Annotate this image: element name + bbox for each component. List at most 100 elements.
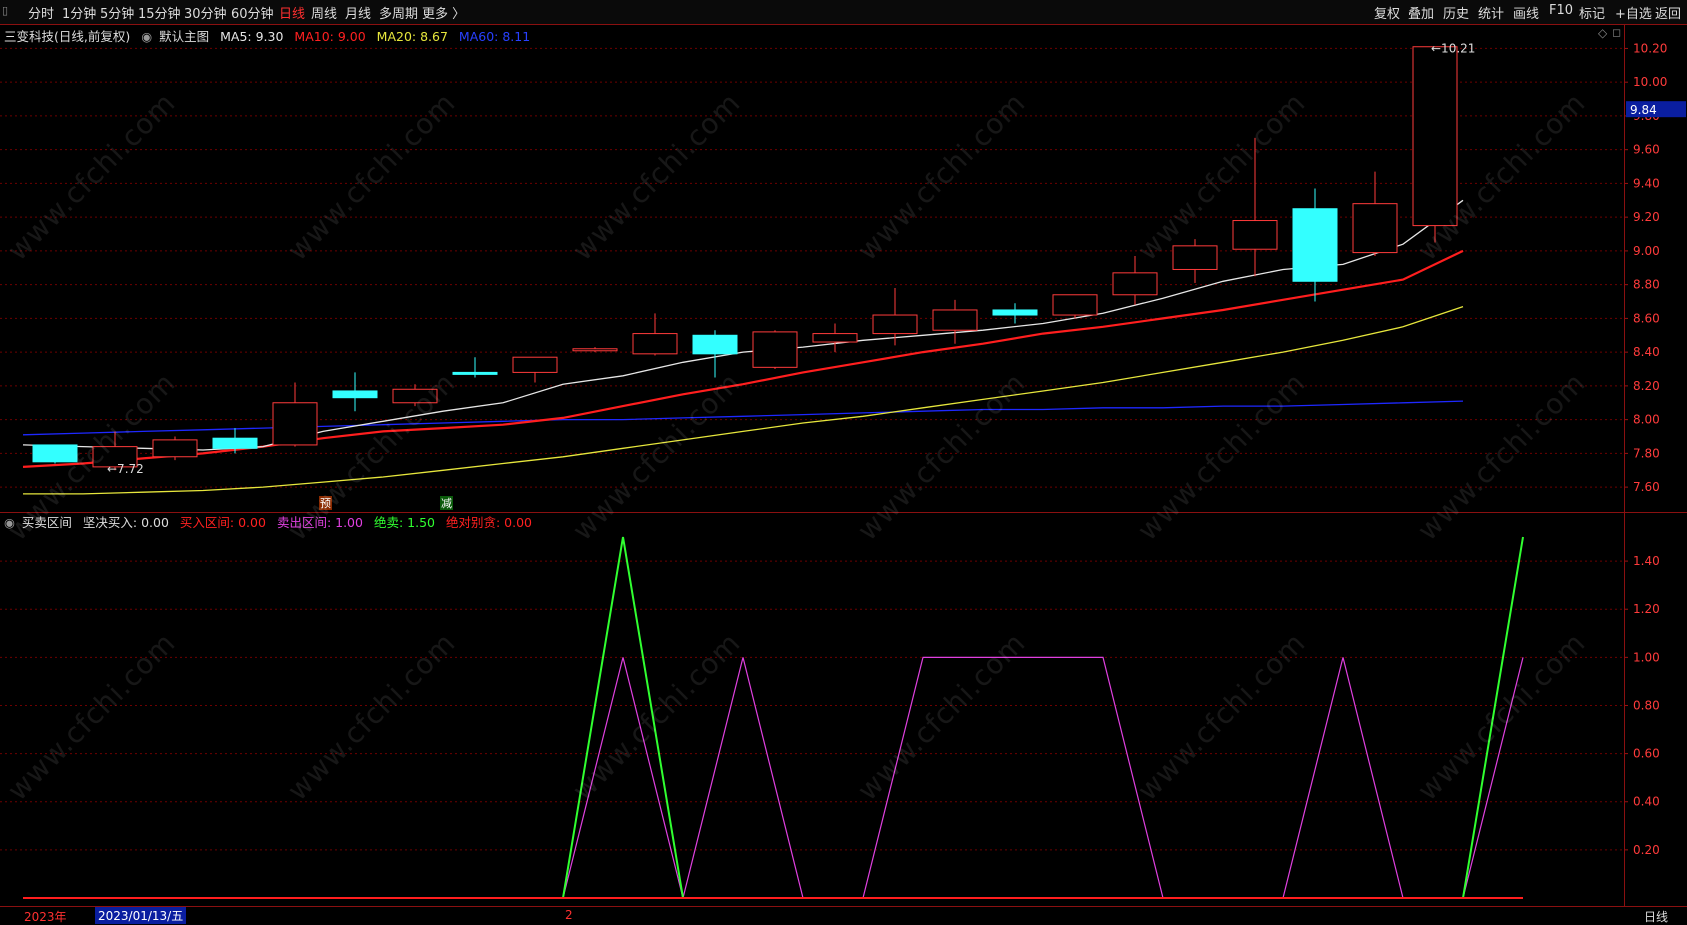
watermark-text: www.cfchi.com (1130, 86, 1312, 267)
candle-up (812, 333, 858, 343)
expand-icon[interactable]: ◻ (1612, 26, 1621, 39)
tab-period-more[interactable]: 更多 〉 (422, 3, 465, 22)
watermark-text: www.cfchi.com (280, 626, 462, 807)
firm-buy-value: 坚决买入: 0.00 (82, 515, 169, 530)
sub-tick-label: 0.80 (1633, 698, 1660, 712)
candle-down (1292, 208, 1338, 282)
fuquan-button[interactable]: 复权 (1374, 3, 1400, 22)
sub-chart-header: ◉ 买卖区间 坚决买入: 0.00 买入区间: 0.00 卖出区间: 1.00 … (4, 512, 539, 531)
watermark-text: www.cfchi.com (280, 86, 462, 267)
date-axis-bar: 2023年 2023/01/13/五 2 日线 (0, 906, 1687, 924)
candle-up (1232, 220, 1278, 250)
ma10-value: MA10: 9.00 (294, 29, 366, 44)
candle-up (1112, 272, 1158, 296)
mark-button[interactable]: 标记 (1579, 3, 1605, 22)
candle-up (1352, 203, 1398, 254)
candle-down (332, 390, 378, 399)
watermark-text: www.cfchi.com (1130, 626, 1312, 807)
main-tick-label: 9.60 (1633, 143, 1660, 157)
tab-period-multi[interactable]: 多周期 (379, 3, 418, 22)
sub-tick-label: 0.40 (1633, 795, 1660, 809)
tab-period-daily[interactable]: 日线 (279, 3, 305, 22)
candle-up (1412, 46, 1458, 227)
main-tick-label: 8.20 (1633, 379, 1660, 393)
period-label[interactable]: 日线 (1644, 908, 1668, 925)
tab-period-60min[interactable]: 60分钟 (231, 3, 274, 22)
candle-up (752, 331, 798, 368)
sell-all-value: 绝卖: 1.50 (373, 515, 435, 530)
tab-period-fenshi[interactable]: 分时 (28, 3, 54, 22)
watermark-text: www.cfchi.com (565, 366, 747, 547)
marker-jian-label: 减 (441, 497, 452, 510)
candle-up (512, 356, 558, 373)
main-tick-label: 7.80 (1633, 446, 1660, 460)
menu-icon[interactable]: ▯ (2, 4, 8, 17)
watermark-text: www.cfchi.com (1410, 626, 1592, 807)
stats-button[interactable]: 统计 (1478, 3, 1504, 22)
main-tick-label: 8.40 (1633, 345, 1660, 359)
main-tick-label: 9.00 (1633, 244, 1660, 258)
add-watchlist-button[interactable]: +自选 (1615, 3, 1652, 22)
candle-up (872, 314, 918, 335)
main-tick-label: 8.80 (1633, 278, 1660, 292)
watermark-text: www.cfchi.com (1410, 366, 1592, 547)
watermark-text: www.cfchi.com (850, 366, 1032, 547)
sub-tick-label: 0.20 (1633, 843, 1660, 857)
tab-period-monthly[interactable]: 月线 (345, 3, 371, 22)
back-button[interactable]: 返回 (1655, 3, 1681, 22)
history-button[interactable]: 历史 (1443, 3, 1469, 22)
main-tick-label: 8.00 (1633, 413, 1660, 427)
sell-all-line (23, 536, 1524, 899)
tab-period-30min[interactable]: 30分钟 (184, 3, 227, 22)
main-tick-label: 8.60 (1633, 311, 1660, 325)
candle-up (152, 439, 198, 458)
candle-up (572, 348, 618, 352)
period-toolbar: ▯ 分时 1分钟 5分钟 15分钟 30分钟 60分钟 日线 周线 月线 多周期… (0, 0, 1687, 25)
month-tick-label: 2 (565, 908, 573, 922)
overlay-button[interactable]: 叠加 (1408, 3, 1434, 22)
price-axis-border (1624, 25, 1625, 923)
cursor-date-label: 2023/01/13/五 (95, 907, 187, 924)
year-label: 2023年 (24, 910, 67, 924)
candle-down (452, 371, 498, 375)
tab-period-weekly[interactable]: 周线 (311, 3, 337, 22)
candle-up (932, 309, 978, 331)
candle-up (632, 333, 678, 355)
watermark-text: www.cfchi.com (850, 626, 1032, 807)
watermark-text: www.cfchi.com (1130, 366, 1312, 547)
tab-period-15min[interactable]: 15分钟 (138, 3, 181, 22)
stock-title[interactable]: 三变科技(日线,前复权) (4, 29, 130, 44)
watermark-text: www.cfchi.com (1410, 86, 1592, 267)
main-tick-label: 9.20 (1633, 210, 1660, 224)
candle-up (1172, 245, 1218, 270)
tab-period-5min[interactable]: 5分钟 (100, 3, 134, 22)
candle-down (992, 309, 1038, 316)
tab-period-1min[interactable]: 1分钟 (62, 3, 96, 22)
template-name[interactable]: 默认主图 (159, 29, 209, 44)
ma60-value: MA60: 8.11 (458, 29, 531, 44)
sub-tick-label: 0.60 (1633, 747, 1660, 761)
main-tick-label: 10.20 (1633, 41, 1667, 55)
absolute-sell-value: 绝对别贪: 0.00 (445, 515, 532, 530)
watermark-text: www.cfchi.com (0, 626, 182, 807)
candle-up (272, 402, 318, 446)
sub-tick-label: 1.00 (1633, 650, 1660, 664)
f10-button[interactable]: F10 (1549, 3, 1573, 18)
diamond-icon[interactable]: ◇ (1598, 26, 1607, 40)
main-tick-label: 7.60 (1633, 480, 1660, 494)
low-price-label: ←7.72 (107, 462, 144, 476)
watermark-text: www.cfchi.com (565, 86, 747, 267)
buy-zone-value: 买入区间: 0.00 (179, 515, 266, 530)
sub-tick-label: 1.40 (1633, 554, 1660, 568)
marker-jian-badge (440, 496, 453, 510)
current-price-value: 9.84 (1630, 103, 1657, 117)
sell-zone-line (23, 656, 1524, 899)
main-tick-label: 9.80 (1633, 109, 1660, 123)
watermark-text: www.cfchi.com (0, 86, 182, 267)
main-tick-label: 10.00 (1633, 75, 1667, 89)
sub-tick-label: 1.20 (1633, 602, 1660, 616)
settings-circle-icon[interactable]: ◉ (141, 29, 152, 44)
candle-down (212, 437, 258, 449)
draw-button[interactable]: 画线 (1513, 3, 1539, 22)
watermark-text: www.cfchi.com (565, 626, 747, 807)
